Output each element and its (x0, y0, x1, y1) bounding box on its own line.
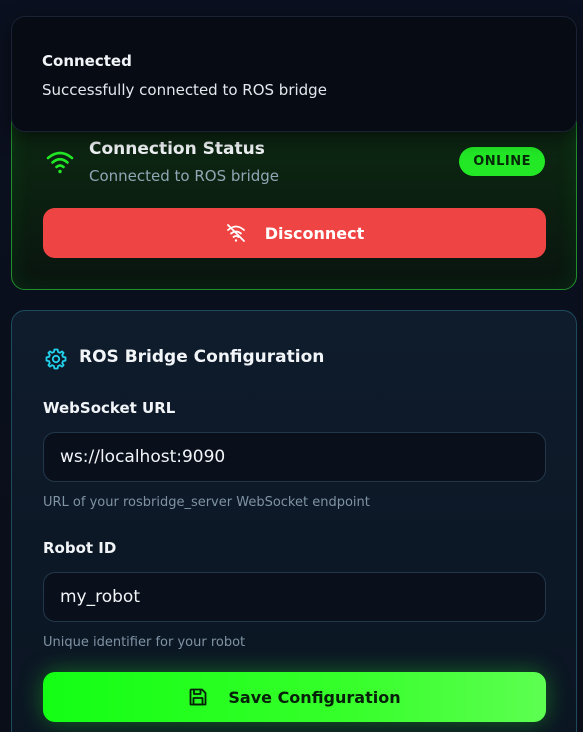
toast-description: Successfully connected to ROS bridge (42, 81, 327, 99)
robot-id-label: Robot ID (43, 539, 117, 557)
ros-bridge-config-card: ROS Bridge Configuration WebSocket URL U… (11, 310, 577, 732)
toast-notification: Connected Successfully connected to ROS … (11, 16, 577, 132)
status-title: Connection Status (89, 139, 265, 159)
save-configuration-label: Save Configuration (228, 687, 401, 707)
save-icon (189, 688, 207, 706)
config-title: ROS Bridge Configuration (79, 347, 325, 367)
toast-title: Connected (42, 52, 132, 70)
status-subtitle: Connected to ROS bridge (89, 167, 280, 185)
websocket-url-help: URL of your rosbridge_server WebSocket e… (43, 495, 370, 510)
wifi-off-icon (226, 224, 245, 242)
wifi-icon (46, 151, 74, 174)
save-configuration-button[interactable]: Save Configuration (43, 672, 546, 722)
disconnect-label: Disconnect (264, 223, 365, 243)
gear-icon (45, 348, 67, 370)
status-badge: ONLINE (459, 147, 545, 176)
robot-id-input[interactable] (43, 572, 546, 622)
robot-id-help: Unique identifier for your robot (43, 635, 246, 650)
page: Connection Status Connected to ROS bridg… (0, 0, 583, 732)
disconnect-button[interactable]: Disconnect (43, 208, 546, 258)
websocket-url-input[interactable] (43, 432, 546, 482)
websocket-url-label: WebSocket URL (43, 399, 176, 417)
